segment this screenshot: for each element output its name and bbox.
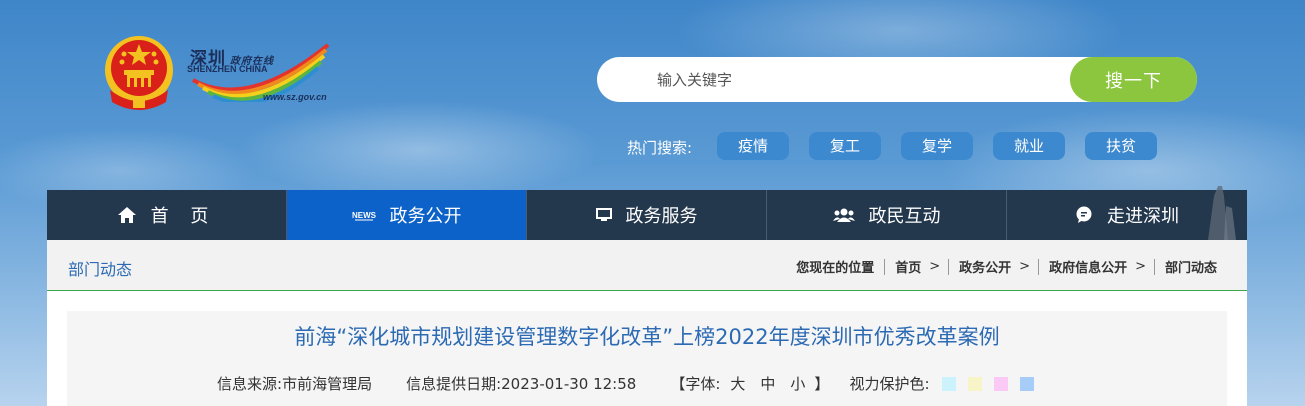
main-nav: 首 页 NEWS 政务公开 政务服务 政民互动 走进深圳 <box>47 190 1247 240</box>
eye-care-swatch-cyan[interactable] <box>941 376 956 391</box>
font-size-large[interactable]: 大 <box>730 373 745 394</box>
font-size-small[interactable]: 小 <box>790 373 805 394</box>
breadcrumb-label: 您现在的位置 <box>796 261 875 276</box>
nav-interaction[interactable]: 政民互动 <box>767 190 1007 240</box>
date-value: 2023-01-30 12:58 <box>501 374 637 393</box>
breadcrumb-divider <box>948 258 950 275</box>
breadcrumb-gov-affairs-public[interactable]: 政务公开 <box>959 257 1011 276</box>
search-input[interactable] <box>627 57 1067 102</box>
hot-tag-resume-work[interactable]: 复工 <box>809 132 881 160</box>
section-title: 部门动态 <box>68 260 133 279</box>
eye-care-swatch-blue[interactable] <box>1019 376 1034 391</box>
search-button[interactable]: 搜一下 <box>1070 57 1197 102</box>
breadcrumb-divider <box>1153 258 1155 275</box>
hot-tag-resume-school[interactable]: 复学 <box>901 132 973 160</box>
nav-gov-affairs-public-label: 政务公开 <box>389 206 462 227</box>
breadcrumb-separator: > <box>929 259 941 274</box>
nav-home[interactable]: 首 页 <box>47 190 287 240</box>
logo-name-en: SHENZHEN CHINA <box>187 64 268 74</box>
source-label: 信息来源: <box>217 375 283 393</box>
font-size-label: 【字体: <box>670 375 721 393</box>
article-header: 前海“深化城市规划建设管理数字化改革”上榜2022年度深圳市优秀改革案例 信息来… <box>67 311 1227 406</box>
breadcrumb-separator: > <box>1135 259 1146 274</box>
svg-text:NEWS: NEWS <box>352 211 376 220</box>
breadcrumb-divider <box>884 258 886 275</box>
breadcrumb-divider <box>1038 258 1040 275</box>
breadcrumb-home[interactable]: 首页 <box>895 257 921 276</box>
date-label: 信息提供日期: <box>406 375 502 393</box>
hot-tag-poverty-relief[interactable]: 扶贫 <box>1085 132 1157 160</box>
article-title: 前海“深化城市规划建设管理数字化改革”上榜2022年度深圳市优秀改革案例 <box>294 325 1000 349</box>
monitor-icon <box>595 208 612 222</box>
breadcrumb-dept-news[interactable]: 部门动态 <box>1165 257 1217 276</box>
nav-gov-affairs-public[interactable]: NEWS 政务公开 <box>287 190 527 240</box>
nav-about-shenzhen-label: 走进深圳 <box>1107 206 1179 227</box>
national-emblem-icon <box>105 36 173 110</box>
source-value: 市前海管理局 <box>282 375 373 393</box>
eye-care-swatch-yellow[interactable] <box>967 376 982 391</box>
breadcrumb: 您现在的位置 首页 > 政务公开 > 政府信息公开 > 部门动态 <box>796 257 1217 276</box>
eye-care-swatch-pink[interactable] <box>993 376 1008 391</box>
hot-search-label: 热门搜索: <box>627 139 693 157</box>
news-icon: NEWS <box>352 208 376 222</box>
search-bar: 搜一下 <box>597 57 1197 102</box>
eye-care-label: 视力保护色: <box>849 375 930 393</box>
nav-gov-services[interactable]: 政务服务 <box>527 190 767 240</box>
breadcrumb-separator: > <box>1019 259 1031 274</box>
tower-decoration-icon <box>1208 186 1236 240</box>
chat-bubble-icon <box>1075 206 1093 224</box>
font-size-medium[interactable]: 中 <box>760 373 775 394</box>
breadcrumb-bar: 部门动态 您现在的位置 首页 > 政务公开 > 政府信息公开 > 部门动态 <box>47 240 1247 291</box>
breadcrumb-gov-info-public[interactable]: 政府信息公开 <box>1049 257 1127 276</box>
hot-tag-employment[interactable]: 就业 <box>993 132 1065 160</box>
nav-interaction-label: 政民互动 <box>868 206 941 227</box>
nav-home-label: 首 页 <box>150 206 217 227</box>
hot-tag-epidemic[interactable]: 疫情 <box>717 132 789 160</box>
nav-gov-services-label: 政务服务 <box>625 206 698 227</box>
users-icon <box>832 207 855 223</box>
home-icon <box>117 206 137 224</box>
logo-url: www.sz.gov.cn <box>263 92 327 102</box>
font-size-label-close: 】 <box>814 375 830 393</box>
article-meta: 信息来源: 市前海管理局 信息提供日期: 2023-01-30 12:58 【字… <box>217 373 1034 394</box>
